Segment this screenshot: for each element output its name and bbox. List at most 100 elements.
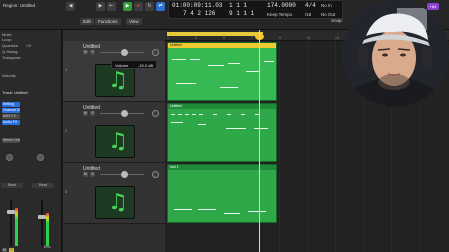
to-start-button[interactable]: ⇤ [107, 2, 116, 11]
audio-fx-slot[interactable]: Audio FX [2, 120, 20, 125]
track-header[interactable]: 2 Untitled M S ♫ [63, 102, 165, 163]
solo-button[interactable]: S [90, 50, 95, 55]
track-number: 2 [65, 128, 68, 133]
lcd-in: No In [321, 3, 332, 8]
capture-button[interactable]: ↻ [145, 2, 154, 11]
midi-fx-slot[interactable]: MIDI FX [2, 114, 20, 119]
midi-region[interactable]: Untitled [167, 103, 277, 162]
midi-note [185, 114, 189, 115]
volume-fader-track[interactable] [10, 200, 12, 246]
ruler-bar-label: 13 [335, 36, 339, 40]
midi-note [220, 87, 238, 88]
ruler-bar-label: 7 [251, 36, 253, 40]
volume-slider-thumb[interactable] [121, 49, 128, 56]
cycle-button[interactable]: ⇄ [156, 2, 165, 11]
grid-line [307, 41, 308, 252]
midi-note [176, 83, 196, 84]
lcd-signature: 4/4 [305, 2, 316, 9]
track-header[interactable]: 3 Untitled M S ♫ [63, 163, 165, 224]
midi-region[interactable]: Untitled [167, 42, 277, 101]
midi-note [264, 61, 274, 62]
inspector-loop-label: Loop: [2, 37, 13, 42]
record-button[interactable]: ● [134, 2, 143, 11]
setting-slot[interactable]: Setting [2, 102, 20, 107]
volume-fader-track-2[interactable] [41, 200, 43, 246]
pan-knob[interactable] [152, 110, 159, 117]
midi-note [172, 59, 186, 60]
solo-button[interactable]: S [90, 111, 95, 116]
rewind-button[interactable]: ◀ [66, 2, 75, 11]
edit-menu[interactable]: Edit [80, 18, 94, 25]
ruler-bar-label: 5 [223, 36, 225, 40]
grid-line [279, 41, 280, 252]
mute-button[interactable]: M [83, 172, 88, 177]
music-note-icon: ♫ [108, 190, 128, 215]
lcd-tempo-mode: Keep Tempo [267, 12, 293, 17]
pan-knob-2[interactable] [37, 154, 44, 161]
pan-knob[interactable] [152, 171, 159, 178]
mute-button[interactable]: M [83, 111, 88, 116]
lcd-time: 01:00:09:11.03 [172, 2, 223, 9]
volume-fader[interactable] [7, 210, 15, 214]
midi-region[interactable]: Inst 1 [167, 164, 277, 223]
midi-note [227, 114, 231, 115]
ruler-bar-label: 3 [195, 36, 197, 40]
inspector-velocity-label: Velocity [2, 73, 16, 78]
lcd-display[interactable]: 01:00:09:11.03 1 1 1 7 4 2 126 9 1 1 1 1… [168, 0, 343, 19]
play-button[interactable]: ▶ [123, 2, 132, 11]
ruler-bar-label: 9 [279, 36, 281, 40]
midi-note [198, 124, 206, 125]
track-number: 3 [65, 189, 68, 194]
lcd-tempo: 174.0000 [267, 2, 296, 9]
track-header[interactable]: 1 Untitled M S ♫ [63, 41, 165, 102]
level-meter [15, 208, 18, 246]
midi-note [174, 209, 192, 210]
volume-fader-2[interactable] [38, 215, 46, 219]
midi-note [171, 122, 183, 123]
volume-tooltip: Volume -15.0 dB [111, 60, 157, 69]
ruler-bar-label: 1 [167, 36, 169, 40]
inspector-track-label[interactable]: Track: Untitled [2, 90, 28, 95]
eq-slot[interactable]: Channel EQ [2, 108, 20, 113]
mute-button[interactable]: M [83, 50, 88, 55]
output-slot[interactable]: Stereo Out [2, 138, 20, 143]
midi-note [190, 59, 200, 60]
music-note-icon: ♫ [108, 68, 128, 93]
track-number: 1 [65, 67, 68, 72]
inspector: Mute: Loop: Quantize Off Q-Swing: Transp… [0, 30, 62, 252]
midi-note [199, 114, 203, 115]
lcd-time-bars: 1 1 1 [229, 2, 248, 9]
midi-note [192, 114, 196, 115]
volume-slider-thumb[interactable] [121, 171, 128, 178]
grid-line [335, 41, 336, 252]
music-note-icon: ♫ [108, 129, 128, 154]
automation-read[interactable]: Read [1, 183, 23, 188]
presenter-image [342, 0, 449, 107]
automation-read-2[interactable]: Read [32, 183, 54, 188]
strip-mute-button[interactable]: M [2, 248, 7, 252]
cycle-region[interactable] [167, 32, 263, 36]
pan-knob[interactable] [152, 49, 159, 56]
solo-button[interactable]: S [90, 172, 95, 177]
functions-menu[interactable]: Functions [95, 18, 121, 25]
view-menu[interactable]: View [126, 18, 142, 25]
snap-label: Snap: [331, 18, 343, 23]
playhead[interactable] [259, 30, 260, 252]
strip-solo-button[interactable]: S [9, 248, 14, 252]
pan-knob[interactable] [6, 154, 13, 161]
bounce-label[interactable]: Bnc [44, 244, 51, 249]
volume-slider-thumb[interactable] [121, 110, 128, 117]
midi-note [241, 114, 245, 115]
lcd-bars-sub: 9 1 1 1 [229, 10, 255, 17]
webcam-overlay [342, 0, 449, 107]
inspector-qswing-label: Q-Swing: [2, 49, 19, 54]
lcd-division: /16 [305, 12, 312, 17]
midi-note [228, 63, 240, 64]
inspector-quantize-label: Quantize [2, 43, 19, 48]
volume-tooltip-label: Volume [115, 63, 129, 68]
midi-note [248, 211, 266, 212]
level-meter-2 [46, 213, 49, 246]
inspector-quantize-value[interactable]: Off [26, 43, 31, 48]
midi-note [224, 213, 240, 214]
forward-button[interactable]: ▶ [96, 2, 105, 11]
